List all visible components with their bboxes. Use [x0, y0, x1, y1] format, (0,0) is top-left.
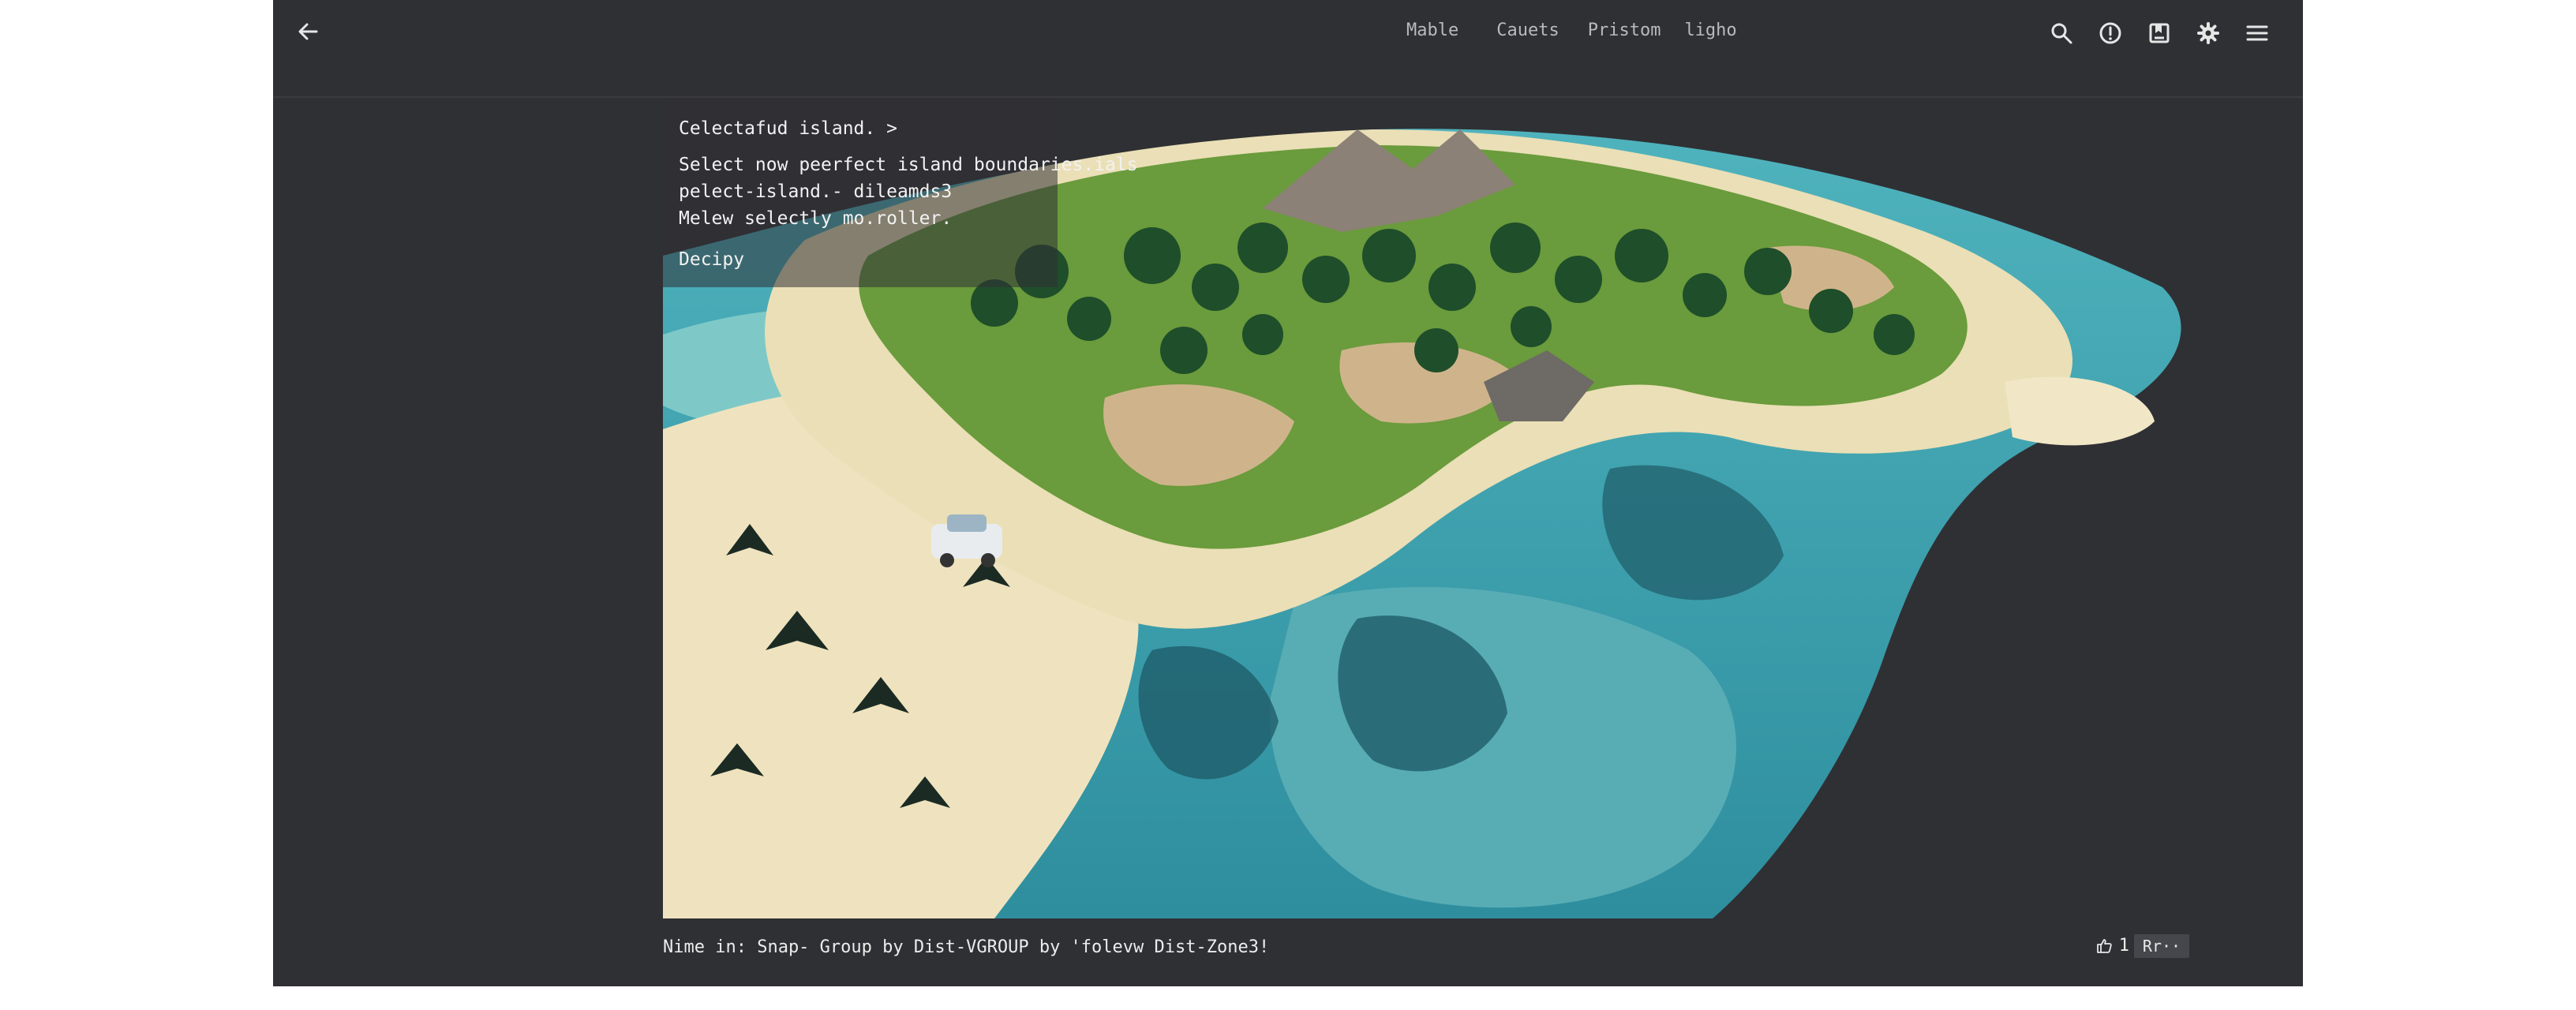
settings-button[interactable] [2192, 17, 2224, 49]
image-caption: Nime in: Snap- Group by Dist-VGROUP by '… [663, 937, 1270, 957]
top-bar: Mable Cauets Pristom ligho [273, 0, 2303, 98]
overlay-line: pelect-island.- dileamds3 [679, 181, 953, 202]
search-button[interactable] [2046, 17, 2077, 49]
bookmark-icon [2149, 23, 2170, 43]
bookmark-button[interactable] [2144, 17, 2175, 49]
overlay-text: Celectafud island. > Select now peerfect… [679, 115, 1138, 273]
tab-pristom[interactable]: Pristom [1588, 21, 1661, 40]
arrow-left-icon [298, 23, 318, 40]
toolbar-icons [2028, 17, 2273, 49]
image-footer: Nime in: Snap- Group by Dist-VGROUP by '… [663, 930, 2189, 964]
tab-ligho[interactable]: ligho [1684, 21, 1736, 40]
overlay-action[interactable]: Decipy [679, 246, 1138, 273]
tab-mable[interactable]: Mable [1406, 21, 1458, 40]
search-icon [2051, 23, 2072, 44]
overlay-line: Melew selectly mo.roller. [679, 208, 953, 229]
tab-cauets[interactable]: Cauets [1496, 21, 1559, 40]
overlay-heading[interactable]: Celectafud island. > [679, 115, 1138, 142]
info-button[interactable] [2095, 17, 2126, 49]
back-button[interactable] [289, 13, 327, 50]
island-card: Celectafud island. > Select now peerfect… [663, 98, 2202, 918]
menu-button[interactable] [2241, 17, 2273, 49]
likes-count: 1 [2118, 936, 2129, 956]
thumbs-up-icon [2096, 938, 2112, 953]
likes-counter[interactable]: 1 [2095, 936, 2129, 956]
info-icon [2099, 22, 2121, 44]
footer-action-button[interactable]: Rr·· [2134, 934, 2189, 958]
menu-icon [2246, 25, 2268, 41]
gear-icon [2197, 22, 2219, 44]
top-nav: Mable Cauets Pristom ligho [1406, 21, 1737, 40]
app-window: Mable Cauets Pristom ligho Celectafud is… [273, 0, 2303, 986]
overlay-line: Select now peerfect island boundaries.ia… [679, 155, 1138, 175]
